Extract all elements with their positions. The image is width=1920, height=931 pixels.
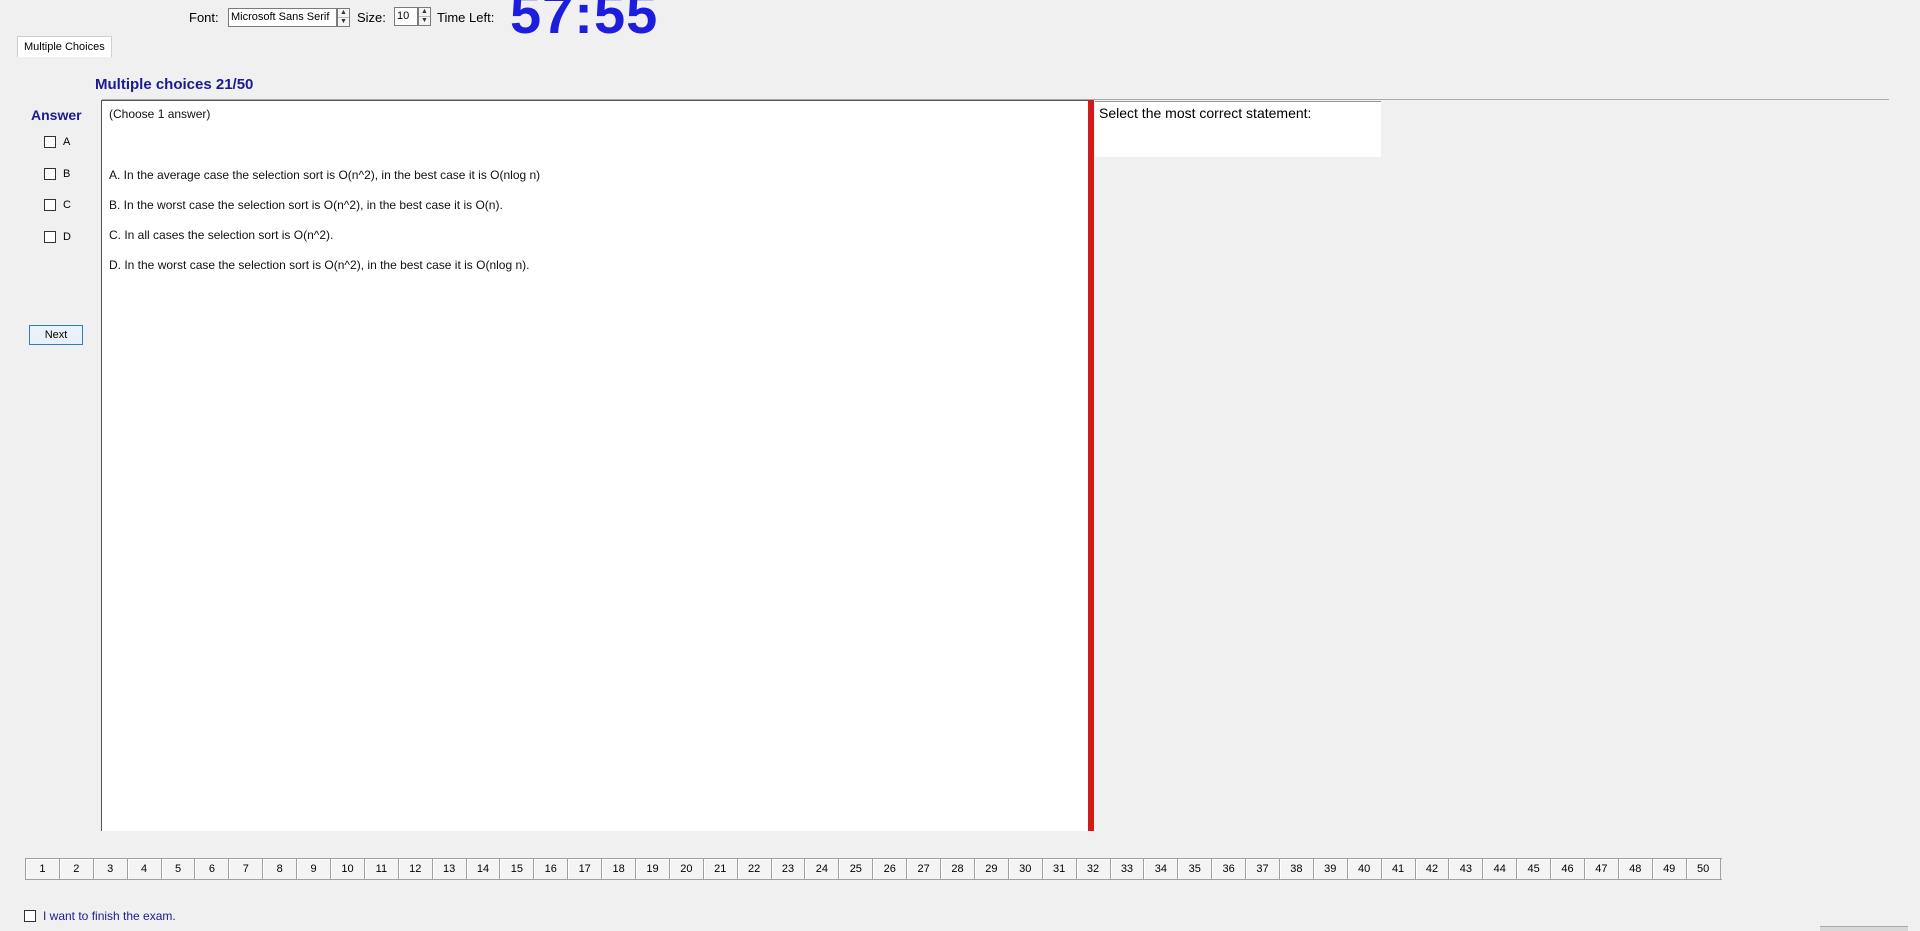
question-nav-button[interactable]: 1 — [26, 859, 60, 879]
question-nav-button[interactable]: 43 — [1449, 859, 1484, 879]
question-nav-button[interactable]: 30 — [1008, 859, 1043, 879]
question-nav-button[interactable]: 42 — [1415, 859, 1450, 879]
question-nav-button[interactable]: 36 — [1212, 859, 1247, 879]
question-nav-button[interactable]: 12 — [398, 859, 433, 879]
question-nav-button[interactable]: 14 — [466, 859, 501, 879]
statement-box: Select the most correct statement: — [1095, 101, 1381, 157]
tab-multiple-choices[interactable]: Multiple Choices — [17, 36, 112, 57]
timer-display: 57:55 — [510, 0, 659, 45]
checkbox[interactable] — [44, 199, 56, 211]
question-nav-button[interactable]: 4 — [127, 859, 162, 879]
chevron-down-icon[interactable]: ▼ — [338, 18, 349, 26]
finish-checkbox[interactable] — [24, 910, 36, 922]
question-nav-button[interactable]: 34 — [1144, 859, 1179, 879]
chevron-down-icon[interactable]: ▼ — [419, 17, 430, 25]
question-nav-button[interactable]: 50 — [1686, 859, 1721, 879]
question-nav-button[interactable]: 5 — [161, 859, 196, 879]
question-nav-button[interactable]: 41 — [1381, 859, 1416, 879]
answer-choice-b[interactable]: B — [44, 168, 70, 180]
question-nav-button[interactable]: 3 — [93, 859, 128, 879]
question-nav-button[interactable]: 29 — [974, 859, 1009, 879]
question-nav-button[interactable]: 18 — [602, 859, 637, 879]
question-header: Multiple choices 21/50 — [95, 76, 254, 93]
question-nav-button[interactable]: 17 — [568, 859, 603, 879]
question-nav-button[interactable]: 28 — [941, 859, 975, 879]
finish-exam-option[interactable]: I want to finish the exam. — [24, 909, 176, 923]
question-nav-button[interactable]: 23 — [771, 859, 806, 879]
question-nav-button[interactable]: 16 — [534, 859, 569, 879]
question-nav-button[interactable]: 32 — [1076, 859, 1111, 879]
question-nav-button[interactable]: 27 — [907, 859, 942, 879]
option-a-text: A. In the average case the selection sor… — [109, 168, 541, 182]
question-nav-button[interactable]: 37 — [1246, 859, 1280, 879]
question-nav-button[interactable]: 26 — [873, 859, 908, 879]
answer-choice-c[interactable]: C — [44, 199, 71, 211]
option-b-text: B. In the worst case the selection sort … — [109, 198, 503, 212]
question-panel: (Choose 1 answer) A. In the average case… — [101, 100, 1088, 831]
choice-label: C — [63, 199, 71, 211]
question-nav-button[interactable]: 48 — [1618, 859, 1653, 879]
font-select-spinner[interactable]: ▲ ▼ — [337, 8, 350, 27]
question-nav-button[interactable]: 10 — [331, 859, 365, 879]
option-d-text: D. In the worst case the selection sort … — [109, 258, 530, 272]
size-stepper[interactable]: ▲ ▼ — [418, 7, 431, 26]
question-nav-button[interactable]: 31 — [1042, 859, 1077, 879]
question-nav-button[interactable]: 11 — [364, 859, 399, 879]
finish-label: I want to finish the exam. — [43, 909, 176, 923]
question-nav-button[interactable]: 19 — [636, 859, 670, 879]
question-nav-button[interactable]: 38 — [1279, 859, 1314, 879]
next-button[interactable]: Next — [29, 325, 83, 345]
question-instruction: (Choose 1 answer) — [109, 107, 211, 121]
answer-choice-a[interactable]: A — [44, 136, 70, 148]
answer-choice-d[interactable]: D — [44, 231, 71, 243]
chevron-up-icon[interactable]: ▲ — [419, 8, 430, 17]
question-nav-button[interactable]: 25 — [839, 859, 874, 879]
chevron-up-icon[interactable]: ▲ — [338, 9, 349, 18]
question-nav-button[interactable]: 8 — [263, 859, 298, 879]
question-nav-button[interactable]: 2 — [59, 859, 94, 879]
choice-label: D — [63, 231, 71, 243]
size-label: Size: — [357, 10, 386, 25]
question-nav-button[interactable]: 24 — [805, 859, 840, 879]
question-nav-button[interactable]: 44 — [1483, 859, 1518, 879]
question-nav-button[interactable]: 20 — [669, 859, 704, 879]
question-nav-button[interactable]: 39 — [1313, 859, 1348, 879]
size-input[interactable]: 10 — [394, 7, 418, 26]
choice-label: A — [63, 136, 71, 148]
question-nav-button[interactable]: 47 — [1584, 859, 1619, 879]
question-nav-button[interactable]: 6 — [195, 859, 230, 879]
checkbox[interactable] — [44, 231, 56, 243]
question-nav-button[interactable]: 21 — [703, 859, 738, 879]
question-nav-button[interactable]: 9 — [297, 859, 332, 879]
option-c-text: C. In all cases the selection sort is O(… — [109, 228, 334, 242]
question-nav-button[interactable]: 22 — [737, 859, 772, 879]
question-nav-button[interactable]: 46 — [1551, 859, 1585, 879]
question-nav-button[interactable]: 40 — [1347, 859, 1382, 879]
question-nav-button[interactable]: 7 — [229, 859, 264, 879]
question-nav-button[interactable]: 13 — [432, 859, 467, 879]
question-nav-button[interactable]: 49 — [1652, 859, 1687, 879]
checkbox[interactable] — [44, 168, 56, 180]
time-left-label: Time Left: — [437, 10, 495, 25]
question-navigation: 1 2 3 4 5 6 7 8 9 10 11 12 13 14 15 16 17 18 19 20 21 22 23 24 2… — [25, 858, 1722, 880]
choice-label: B — [63, 168, 71, 180]
panel-splitter[interactable] — [1088, 100, 1094, 831]
question-nav-button[interactable]: 35 — [1178, 859, 1213, 879]
question-nav-button[interactable]: 33 — [1110, 859, 1145, 879]
font-label: Font: — [189, 10, 219, 25]
answer-label: Answer — [31, 107, 82, 123]
status-edge — [1820, 926, 1908, 931]
question-nav-button[interactable]: 15 — [500, 859, 535, 879]
checkbox[interactable] — [44, 136, 56, 148]
question-nav-button[interactable]: 45 — [1517, 859, 1552, 879]
font-select[interactable]: Microsoft Sans Serif — [228, 8, 337, 27]
